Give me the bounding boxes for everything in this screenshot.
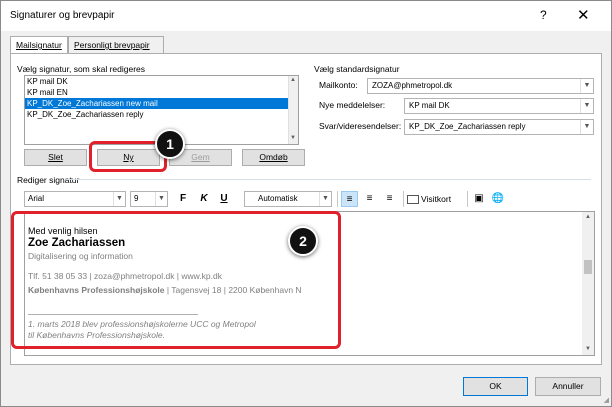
- italic-button[interactable]: K: [197, 191, 211, 207]
- chevron-down-icon: ▼: [113, 192, 125, 206]
- delete-button[interactable]: Slet: [24, 149, 87, 166]
- bold-button[interactable]: F: [176, 191, 190, 207]
- scroll-up-icon[interactable]: ▲: [585, 214, 591, 220]
- tab-personligt-brevpapir[interactable]: Personligt brevpapir: [68, 36, 164, 54]
- default-signature-label: Vælg standardsignatur: [314, 64, 400, 74]
- hyperlink-icon[interactable]: 🌐: [490, 191, 506, 207]
- chevron-down-icon: ▼: [155, 192, 167, 206]
- editor-scrollbar[interactable]: ▲ ▼: [582, 212, 594, 355]
- new-messages-label: Nye meddelelser:: [319, 100, 386, 110]
- scroll-up-icon[interactable]: ▲: [290, 77, 296, 83]
- new-messages-dropdown[interactable]: KP mail DK ▼: [404, 98, 594, 114]
- replies-dropdown[interactable]: KP_DK_Zoe_Zachariassen reply ▼: [404, 119, 594, 135]
- select-signature-label: Vælg signatur, som skal redigeres: [17, 64, 146, 74]
- font-color-dropdown[interactable]: Automatisk ▼: [244, 191, 332, 207]
- align-left-icon[interactable]: ≡: [341, 191, 358, 207]
- dialog-title: Signaturer og brevpapir: [10, 10, 115, 21]
- callout-marker-1: 1: [155, 129, 185, 159]
- list-scrollbar[interactable]: ▲ ▼: [288, 76, 298, 144]
- scroll-thumb[interactable]: [584, 260, 592, 274]
- chevron-down-icon: ▼: [580, 99, 593, 113]
- font-dropdown[interactable]: Arial ▼: [24, 191, 126, 207]
- resize-grip-icon[interactable]: ◢: [604, 396, 609, 404]
- scroll-down-icon[interactable]: ▼: [585, 346, 591, 352]
- cancel-button[interactable]: Annuller: [535, 377, 601, 396]
- help-button[interactable]: ?: [540, 8, 547, 22]
- title-bar: Signaturer og brevpapir ? ✕: [1, 1, 611, 31]
- font-size-dropdown[interactable]: 9 ▼: [130, 191, 168, 207]
- scroll-down-icon[interactable]: ▼: [290, 135, 296, 141]
- chevron-down-icon: ▼: [319, 192, 331, 206]
- callout-marker-2: 2: [288, 226, 318, 256]
- list-item[interactable]: KP_DK_Zoe_Zachariassen reply: [25, 109, 298, 120]
- toolbar-divider: [337, 191, 338, 207]
- close-button[interactable]: ✕: [577, 6, 590, 24]
- account-label: Mailkonto:: [319, 80, 358, 90]
- business-card-icon: [407, 195, 419, 205]
- section-divider: [66, 179, 591, 180]
- insert-picture-icon[interactable]: ▣: [471, 191, 487, 207]
- align-center-icon[interactable]: ≡: [361, 191, 378, 207]
- list-item[interactable]: KP mail DK: [25, 76, 298, 87]
- chevron-down-icon: ▼: [580, 79, 593, 93]
- list-item-selected[interactable]: KP_DK_Zoe_Zachariassen new mail: [25, 98, 298, 109]
- chevron-down-icon: ▼: [580, 120, 593, 134]
- ok-button[interactable]: OK: [463, 377, 528, 396]
- rename-button[interactable]: Omdøb: [242, 149, 305, 166]
- list-item[interactable]: KP mail EN: [25, 87, 298, 98]
- toolbar-divider: [467, 191, 468, 207]
- replies-label: Svar/videresendelser:: [319, 121, 402, 131]
- business-card-button[interactable]: Visitkort: [407, 191, 465, 207]
- align-right-icon[interactable]: ≡: [381, 191, 398, 207]
- edit-signature-label: Rediger signatur: [17, 175, 80, 185]
- underline-button[interactable]: U: [217, 191, 231, 207]
- toolbar-divider: [403, 191, 404, 207]
- account-dropdown[interactable]: ZOZA@phmetropol.dk ▼: [367, 78, 594, 94]
